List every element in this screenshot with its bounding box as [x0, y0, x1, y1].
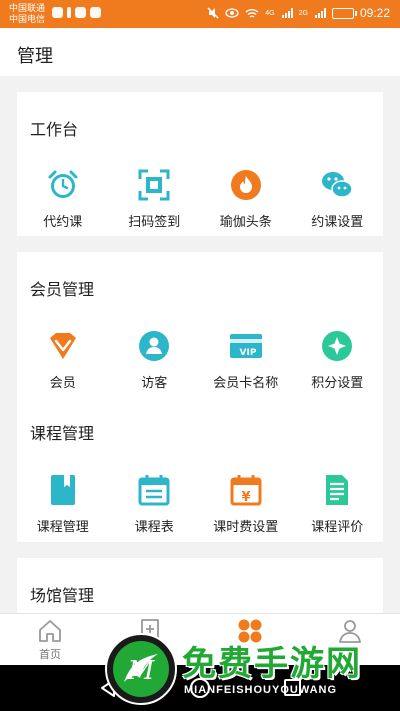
app-notification-icon [90, 7, 101, 18]
grid-item-label: 课程表 [134, 519, 174, 534]
wifi-icon [245, 8, 259, 18]
courses-grid: 课程管理 课程表 ¥ 课时费设置 课程评价 [17, 474, 383, 535]
title-bar: 管理 [0, 28, 400, 76]
scan-icon [138, 169, 170, 201]
nav-label: 首页 [39, 649, 61, 661]
alert-icon [67, 7, 71, 18]
wechat-notification-icon [75, 7, 86, 18]
watermark-subtext: MIANFEISHOUYOUWANG [184, 684, 338, 696]
diamond-icon [47, 330, 79, 362]
grid-item-visitors[interactable]: 访客 [109, 330, 201, 391]
carrier-2: 中国电信 [9, 14, 46, 24]
user-icon [138, 330, 170, 362]
grid-item-booking-settings[interactable]: 约课设置 [292, 169, 384, 230]
workbench-card: 工作台 代约课 扫码签到 瑜伽头条 约课设置 [17, 92, 383, 236]
grid-item-label: 课程评价 [311, 519, 364, 534]
eye-icon [225, 8, 239, 18]
battery-icon [331, 7, 357, 19]
grid-item-label: 瑜伽头条 [219, 214, 272, 229]
yen-calendar-icon: ¥ [230, 474, 262, 506]
carrier-info: 中国联通 中国电信 [9, 3, 45, 25]
member-course-card: 会员管理 会员 访客 VIP 会员卡名称 积分设置 课程管理 课程管理 课程表 … [17, 252, 383, 542]
grid-item-yoga-news[interactable]: 瑜伽头条 [200, 169, 292, 230]
watermark-logo-icon: M [105, 633, 177, 705]
grid-item-label: 会员 [49, 375, 76, 390]
grid-item-label: 积分设置 [311, 375, 364, 390]
status-right: 4G 2G 09:22 [207, 6, 390, 20]
venue-title: 场馆管理 [30, 588, 95, 605]
net-type-1: 4G [265, 9, 275, 17]
vip-card-icon: VIP [229, 330, 262, 362]
signal-icon-1 [281, 7, 293, 18]
courses-title: 课程管理 [30, 426, 95, 443]
yen-badge-text: ¥ [241, 490, 250, 505]
document-icon [321, 474, 353, 506]
grid-item-course-management[interactable]: 课程管理 [17, 474, 109, 535]
grid-item-course-reviews[interactable]: 课程评价 [292, 474, 384, 535]
watermark: M 免费手游网 MIANFEISHOUYOUWANG [100, 628, 400, 711]
members-title: 会员管理 [30, 282, 95, 299]
star-icon [321, 330, 353, 362]
alarm-clock-icon [47, 169, 79, 201]
grid-item-fee-settings[interactable]: ¥ 课时费设置 [200, 474, 292, 535]
grid-item-scan-checkin[interactable]: 扫码签到 [109, 169, 201, 230]
status-bar: 中国联通 中国电信 4G 2G 09:22 [0, 0, 400, 28]
grid-item-label: 代约课 [43, 214, 83, 229]
grid-item-label: 约课设置 [311, 214, 364, 229]
grid-item-members[interactable]: 会员 [17, 330, 109, 391]
grid-item-label: 课时费设置 [213, 519, 279, 534]
mute-icon [207, 7, 219, 19]
grid-item-label: 扫码签到 [128, 214, 181, 229]
wechat-icon [321, 169, 353, 201]
notification-icons [52, 7, 101, 18]
grid-item-label: 会员卡名称 [213, 375, 279, 390]
status-time: 09:22 [359, 6, 390, 20]
carrier-1: 中国联通 [9, 3, 46, 13]
members-grid: 会员 访客 VIP 会员卡名称 积分设置 [17, 330, 383, 391]
flame-icon [230, 169, 262, 201]
nav-home[interactable]: 首页 [0, 614, 100, 665]
home-icon [39, 620, 61, 642]
workbench-title: 工作台 [30, 122, 79, 139]
grid-item-label: 访客 [141, 375, 168, 390]
calendar-icon [138, 474, 170, 506]
book-icon [47, 474, 79, 506]
grid-item-label: 课程管理 [36, 519, 89, 534]
grid-item-points-settings[interactable]: 积分设置 [292, 330, 384, 391]
vip-badge-text: VIP [239, 348, 256, 358]
workbench-grid: 代约课 扫码签到 瑜伽头条 约课设置 [17, 169, 383, 230]
net-type-2: 2G [298, 9, 308, 17]
watermark-logo-letter: M [127, 656, 156, 686]
grid-item-card-names[interactable]: VIP 会员卡名称 [200, 330, 292, 391]
signal-icon-2 [314, 7, 326, 18]
grid-item-proxy-booking[interactable]: 代约课 [17, 169, 109, 230]
page-title: 管理 [17, 46, 53, 66]
grid-item-schedule[interactable]: 课程表 [109, 474, 201, 535]
watermark-text: 免费手游网 [182, 644, 362, 684]
notification-icon [52, 7, 63, 18]
